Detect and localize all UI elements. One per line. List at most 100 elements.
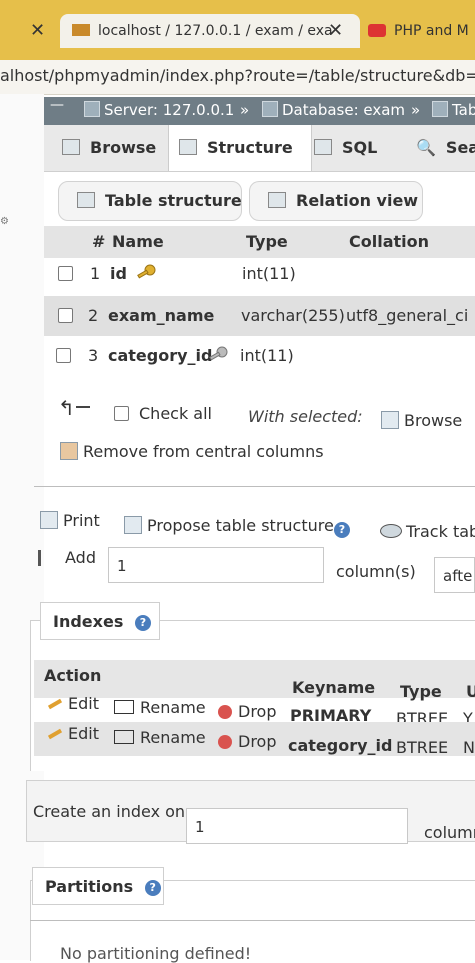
structure-icon bbox=[179, 139, 197, 155]
browser-tab-label: PHP and M bbox=[394, 23, 469, 39]
header-action: Action bbox=[44, 666, 102, 685]
pencil-icon bbox=[47, 728, 63, 740]
create-index-label: Create an index on bbox=[33, 802, 186, 821]
edit-index-button[interactable]: Edit bbox=[46, 724, 99, 743]
table-row: Edit Rename Drop PRIMARY BTREE Y bbox=[34, 694, 475, 728]
indexes-legend: Indexes ? bbox=[40, 602, 160, 640]
breadcrumb-server[interactable]: Server: 127.0.0.1 bbox=[84, 101, 234, 119]
top-tab-bar: Browse Structure SQL 🔍 Sea bbox=[44, 125, 475, 172]
table-row: 1 id int(11) bbox=[44, 254, 475, 294]
rename-icon bbox=[114, 730, 134, 744]
index-unique: N bbox=[463, 738, 475, 757]
browser-tab-php[interactable]: PHP and M bbox=[368, 14, 475, 48]
track-table-button[interactable]: Track tab bbox=[380, 522, 475, 541]
header-name[interactable]: Name bbox=[112, 232, 164, 251]
drop-index-button[interactable]: Drop bbox=[218, 732, 277, 751]
drop-index-button[interactable]: Drop bbox=[218, 702, 277, 721]
tab-structure[interactable]: Structure bbox=[168, 125, 312, 171]
tab-sql[interactable]: SQL bbox=[314, 125, 404, 171]
rename-icon bbox=[114, 700, 134, 714]
browse-icon bbox=[381, 411, 399, 429]
sql-icon bbox=[314, 139, 332, 155]
with-selected-label: With selected: bbox=[248, 407, 363, 426]
table-row: 2 exam_name varchar(255) utf8_general_ci bbox=[44, 296, 475, 336]
rename-index-button[interactable]: Rename bbox=[114, 728, 206, 747]
help-icon[interactable]: ? bbox=[134, 615, 151, 631]
close-tab-icon[interactable]: ✕ bbox=[328, 14, 343, 48]
header-type[interactable]: Type bbox=[246, 232, 288, 251]
edit-index-button[interactable]: Edit bbox=[46, 694, 99, 713]
column-type: int(11) bbox=[242, 264, 296, 283]
close-tab-icon[interactable]: ✕ bbox=[30, 14, 45, 48]
row-number: 3 bbox=[88, 346, 99, 365]
breadcrumb: — Server: 127.0.0.1 » Database: exam » T… bbox=[44, 97, 475, 125]
breadcrumb-database[interactable]: Database: exam bbox=[262, 101, 405, 119]
address-bar[interactable]: alhost/phpmyadmin/index.php?route=/table… bbox=[0, 60, 475, 95]
header-collation[interactable]: Collation bbox=[349, 232, 429, 251]
bulk-browse-button[interactable]: Browse bbox=[381, 411, 462, 430]
url-text: alhost/phpmyadmin/index.php?route=/table… bbox=[0, 66, 475, 85]
row-checkbox[interactable] bbox=[58, 266, 73, 281]
drop-icon bbox=[218, 705, 232, 719]
select-arrow-icon: ↰ bbox=[58, 396, 75, 420]
eye-icon bbox=[380, 524, 402, 538]
add-column-icon bbox=[38, 550, 55, 566]
row-number: 2 bbox=[88, 306, 99, 325]
reload-icon[interactable]: ⚙ bbox=[0, 216, 9, 227]
primary-key-icon bbox=[137, 264, 156, 279]
create-index-count-input[interactable]: 1 bbox=[186, 808, 408, 844]
column-type: varchar(255) bbox=[241, 306, 345, 325]
browser-tab-phpmyadmin[interactable]: localhost / 127.0.0.1 / exam / exa bbox=[60, 14, 360, 48]
relation-icon bbox=[268, 192, 286, 208]
table-icon bbox=[432, 101, 448, 117]
add-columns-count-input[interactable]: 1 bbox=[108, 547, 324, 583]
partitions-legend: Partitions ? bbox=[32, 867, 164, 905]
column-type: int(11) bbox=[240, 346, 294, 365]
help-icon[interactable]: ? bbox=[334, 522, 350, 538]
column-name: category_id bbox=[108, 346, 213, 365]
print-button[interactable]: Print bbox=[40, 511, 100, 530]
table-row: 3 category_id int(11) bbox=[44, 336, 475, 376]
remove-central-columns-button[interactable]: Remove from central columns bbox=[60, 442, 324, 461]
column-name: id bbox=[110, 264, 127, 283]
subtab-table-structure[interactable]: Table structure bbox=[58, 181, 242, 221]
table-structure-icon bbox=[77, 192, 95, 208]
collapse-icon[interactable]: — bbox=[50, 97, 64, 113]
index-type: BTREE bbox=[396, 738, 449, 757]
tab-search[interactable]: 🔍 Sea bbox=[416, 125, 475, 171]
header-number[interactable]: # bbox=[92, 232, 105, 251]
subtab-relation-view[interactable]: Relation view bbox=[249, 181, 423, 221]
youtube-icon bbox=[368, 24, 386, 37]
drop-icon bbox=[218, 735, 232, 749]
add-columns-label: Add bbox=[38, 548, 96, 567]
check-all-checkbox[interactable] bbox=[114, 406, 129, 421]
index-key-icon bbox=[209, 346, 228, 361]
browser-tab-label: localhost / 127.0.0.1 / exam / exa bbox=[98, 23, 333, 39]
columns-label: column(s) bbox=[336, 562, 416, 581]
propose-structure-button[interactable]: Propose table structure bbox=[124, 516, 334, 535]
row-checkbox[interactable] bbox=[58, 308, 73, 323]
column-collation: utf8_general_ci bbox=[346, 306, 469, 325]
print-icon bbox=[40, 511, 58, 529]
check-all[interactable]: Check all bbox=[114, 404, 212, 423]
pencil-icon bbox=[47, 698, 63, 710]
remove-columns-icon bbox=[60, 442, 78, 460]
column-name: exam_name bbox=[108, 306, 215, 325]
propose-icon bbox=[124, 516, 142, 534]
indexes-table-header: Action Keyname Type U bbox=[34, 660, 475, 701]
position-select[interactable]: afte bbox=[434, 557, 475, 593]
server-icon bbox=[84, 101, 100, 117]
search-icon: 🔍 bbox=[416, 138, 436, 157]
row-checkbox[interactable] bbox=[56, 348, 71, 363]
browse-icon bbox=[62, 139, 80, 155]
tab-browse[interactable]: Browse bbox=[62, 125, 172, 171]
breadcrumb-table[interactable]: Tab bbox=[432, 101, 475, 119]
create-index-suffix: columr bbox=[424, 823, 475, 842]
phpmyadmin-logo-icon bbox=[72, 24, 90, 36]
rename-index-button[interactable]: Rename bbox=[114, 698, 206, 717]
help-icon[interactable]: ? bbox=[144, 880, 161, 896]
no-partitioning-note: No partitioning defined! bbox=[60, 944, 252, 963]
database-icon bbox=[262, 101, 278, 117]
divider bbox=[34, 486, 475, 487]
row-number: 1 bbox=[90, 264, 101, 283]
